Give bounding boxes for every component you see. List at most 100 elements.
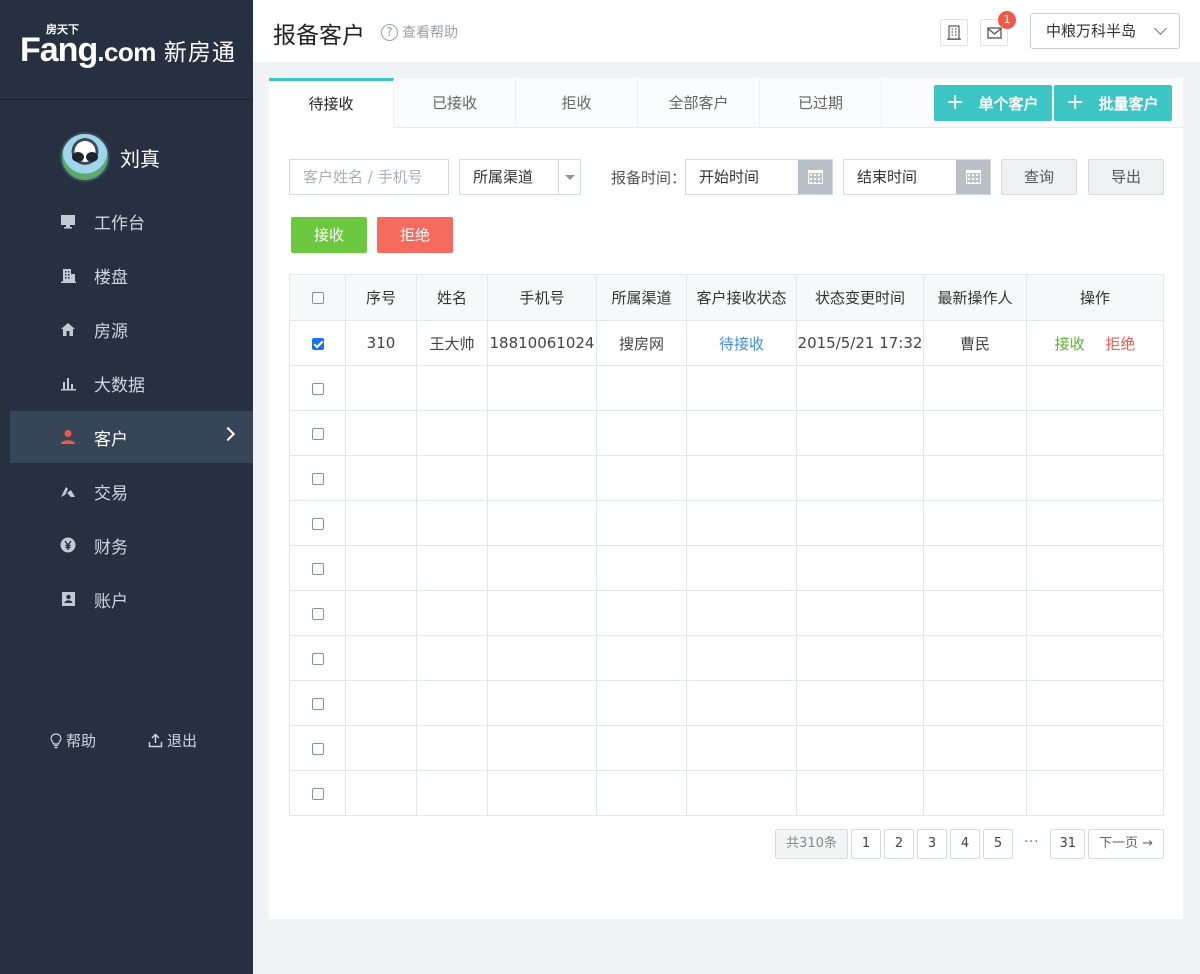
cell-no: 310 [345, 320, 417, 366]
table-cell [416, 770, 488, 816]
table-cell [796, 770, 924, 816]
table-cell [345, 770, 417, 816]
cell-status: 待接收 [686, 320, 797, 366]
building-switch-button[interactable] [940, 19, 968, 46]
query-button[interactable]: 查询 [1001, 159, 1077, 195]
table-row [289, 455, 1164, 501]
sidebar-item-customers[interactable]: 客户 [10, 411, 253, 463]
table-cell [487, 410, 597, 456]
sidebar-item-label: 交易 [94, 483, 128, 504]
tab-rejected[interactable]: 拒收 [516, 78, 638, 128]
page-button[interactable]: 5 [983, 829, 1014, 859]
page-button[interactable]: 3 [917, 829, 948, 859]
calendar-icon[interactable] [956, 160, 990, 194]
logo[interactable]: 房天下 Fang.com 新房通 [0, 0, 253, 100]
table-cell [1026, 500, 1164, 546]
cell-operator: 曹民 [923, 320, 1027, 366]
table-cell [1026, 590, 1164, 636]
channel-select[interactable]: 所属渠道 [459, 159, 581, 195]
row-select-cell [289, 455, 346, 501]
reject-button[interactable]: 拒绝 [377, 217, 453, 253]
cell-phone: 18810061024 [487, 320, 597, 366]
monitor-icon [60, 213, 76, 229]
page-button[interactable]: 4 [950, 829, 981, 859]
tab-pending[interactable]: 待接收 [269, 78, 394, 129]
row-select-cell [289, 545, 346, 591]
tab-expired[interactable]: 已过期 [760, 78, 882, 128]
table-cell [416, 365, 488, 411]
table-cell [1026, 770, 1164, 816]
sidebar-item-account[interactable]: 账户 [10, 573, 253, 625]
row-checkbox[interactable] [311, 787, 324, 800]
table-cell [796, 500, 924, 546]
row-checkbox[interactable] [311, 472, 324, 485]
page-ellipsis: ··· [1016, 829, 1048, 859]
search-input[interactable]: 客户姓名 / 手机号 [289, 159, 449, 195]
building-icon [60, 267, 76, 283]
table-cell [345, 635, 417, 681]
select-all-checkbox[interactable] [311, 292, 324, 304]
table-cell [416, 410, 488, 456]
export-button[interactable]: 导出 [1088, 159, 1164, 195]
logo-tiny-text: 房天下 [46, 23, 79, 36]
table-cell [923, 770, 1027, 816]
table-cell [686, 455, 797, 501]
sidebar-item-transactions[interactable]: 交易 [10, 465, 253, 517]
sidebar-item-listings[interactable]: 房源 [10, 303, 253, 355]
table-cell [1026, 455, 1164, 501]
row-checkbox[interactable] [311, 607, 324, 620]
help-link[interactable]: 帮助 [50, 730, 96, 751]
sidebar-nav: 工作台 楼盘 房源 大数据 客户 交易 财务 账户 [10, 195, 253, 627]
row-checkbox[interactable] [311, 517, 324, 530]
main-panel: 待接收 已接收 拒收 全部客户 已过期 + 单个客户 + 批量客户 客户姓名 /… [269, 78, 1183, 919]
table-cell [596, 500, 687, 546]
add-single-customer-button[interactable]: + 单个客户 [934, 85, 1053, 121]
tab-accepted[interactable]: 已接收 [394, 78, 516, 128]
last-page-button[interactable]: 31 [1050, 829, 1085, 859]
pagination: 共310条 1 2 3 4 5 ··· 31 下一页 → [775, 829, 1164, 859]
row-reject-link[interactable]: 拒绝 [1105, 335, 1135, 353]
caret-down-icon [558, 160, 580, 194]
row-checkbox[interactable] [311, 382, 324, 395]
add-batch-label: 批量客户 [1098, 94, 1159, 113]
table-cell [923, 725, 1027, 771]
next-page-button[interactable]: 下一页 → [1088, 829, 1164, 859]
view-help-link[interactable]: ? 查看帮助 [381, 22, 458, 42]
avatar[interactable] [60, 132, 110, 182]
table-cell [923, 500, 1027, 546]
sidebar-item-properties[interactable]: 楼盘 [10, 249, 253, 301]
tab-all-customers[interactable]: 全部客户 [638, 78, 760, 128]
column-header: 操作 [1026, 274, 1164, 321]
user-profile[interactable]: 刘真 [60, 132, 160, 182]
accept-button[interactable]: 接收 [291, 217, 367, 253]
row-checkbox[interactable] [311, 427, 324, 440]
sidebar-item-bigdata[interactable]: 大数据 [10, 357, 253, 409]
calendar-icon[interactable] [798, 160, 832, 194]
table-cell [686, 770, 797, 816]
sidebar-item-workbench[interactable]: 工作台 [10, 195, 253, 247]
table-cell [596, 725, 687, 771]
row-accept-link[interactable]: 接收 [1055, 335, 1085, 353]
logout-link[interactable]: 退出 [148, 730, 197, 751]
sidebar-footer: 帮助 退出 [50, 730, 197, 751]
table-cell [686, 680, 797, 726]
project-select[interactable]: 中粮万科半岛 [1030, 13, 1180, 49]
table-header-row: 序号 姓名 手机号 所属渠道 客户接收状态 状态变更时间 最新操作人 操作 [289, 274, 1164, 321]
table-row [289, 770, 1164, 816]
page-button[interactable]: 2 [884, 829, 915, 859]
row-checkbox[interactable] [311, 742, 324, 755]
table-cell [1026, 410, 1164, 456]
add-single-label: 单个客户 [978, 94, 1039, 113]
envelope-icon [986, 26, 1002, 39]
table-cell [1026, 725, 1164, 771]
row-checkbox[interactable] [311, 697, 324, 710]
row-checkbox[interactable] [311, 337, 324, 350]
start-date-input[interactable]: 开始时间 [685, 159, 833, 195]
table-cell [487, 635, 597, 681]
row-checkbox[interactable] [311, 652, 324, 665]
page-button[interactable]: 1 [851, 829, 882, 859]
sidebar-item-finance[interactable]: 财务 [10, 519, 253, 571]
row-checkbox[interactable] [311, 562, 324, 575]
add-batch-customers-button[interactable]: + 批量客户 [1054, 85, 1173, 121]
end-date-input[interactable]: 结束时间 [843, 159, 991, 195]
